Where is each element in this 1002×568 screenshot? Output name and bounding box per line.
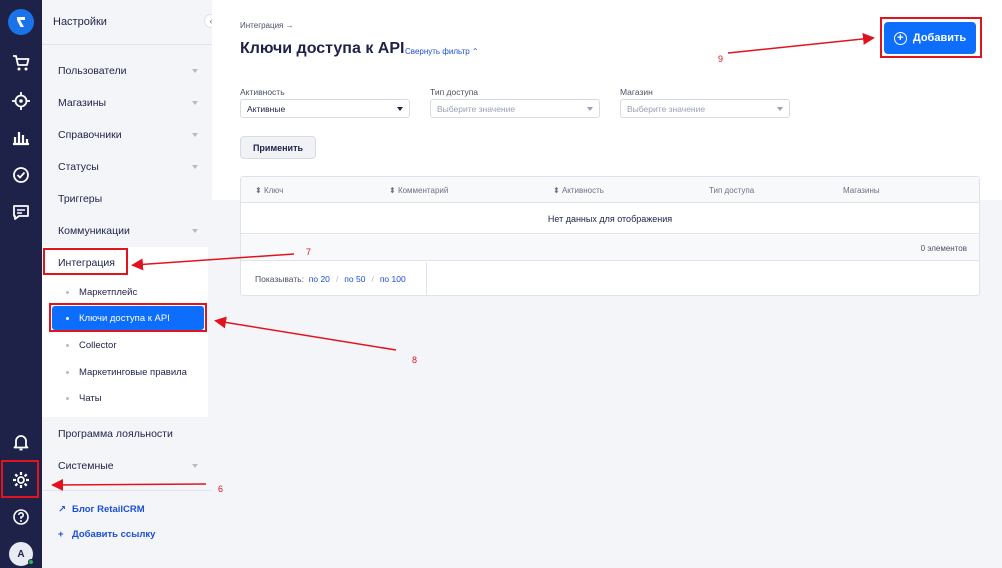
menu-divider <box>42 490 212 491</box>
chevron-down-icon <box>192 133 198 137</box>
annotation-box-add-button <box>880 17 982 58</box>
submenu-item-label: Чаты <box>79 392 102 404</box>
submenu-item-label: Маркетинговые правила <box>79 366 187 378</box>
help-icon[interactable] <box>0 499 42 535</box>
annotation-box-gear <box>1 460 39 498</box>
add-link-button[interactable]: + Добавить ссылку <box>58 529 155 540</box>
menu-item-users[interactable]: Пользователи <box>42 59 206 83</box>
apply-button[interactable]: Применить <box>240 136 316 159</box>
add-link-label: Добавить ссылку <box>72 529 156 540</box>
caret-down-icon <box>777 107 783 111</box>
chevron-down-icon <box>192 229 198 233</box>
analytics-icon[interactable] <box>0 119 42 155</box>
toggle-filter-link[interactable]: Свернуть фильтр ⌃ <box>405 47 479 56</box>
filter-shop-placeholder: Выберите значение <box>627 103 706 114</box>
menu-item-statuses[interactable]: Статусы <box>42 155 206 179</box>
chevron-down-icon <box>192 464 198 468</box>
filter-activity-label: Активность <box>240 87 285 97</box>
column-header-activity[interactable]: ⬍ Активность <box>553 186 604 195</box>
separator: / <box>371 274 374 284</box>
bell-icon[interactable] <box>0 424 42 460</box>
items-count: 0 элементов <box>920 244 967 253</box>
filter-access-type-placeholder: Выберите значение <box>437 103 516 114</box>
settings-menu-title: Настройки <box>53 16 107 28</box>
menu-item-label: Триггеры <box>58 193 103 205</box>
menu-item-label: Магазины <box>58 97 107 109</box>
blog-link-label: Блог RetailCRM <box>72 504 145 515</box>
chevron-down-icon <box>192 165 198 169</box>
external-link-icon: ↗ <box>58 504 66 515</box>
annotation-number-7: 7 <box>306 247 312 257</box>
page-size-label: Показывать: <box>255 274 305 284</box>
column-header-access-type: Тип доступа <box>709 186 755 195</box>
page-title: Ключи доступа к API <box>240 40 405 57</box>
submenu-item-label: Collector <box>79 339 117 351</box>
annotation-number-8: 8 <box>412 355 418 365</box>
column-header-key[interactable]: ⬍ Ключ <box>255 186 283 195</box>
breadcrumb[interactable]: Интеграция → <box>240 21 294 30</box>
filter-activity-select[interactable]: Активные <box>240 99 410 118</box>
submenu-item-collector[interactable]: Collector <box>52 333 204 357</box>
plus-icon: + <box>58 529 64 540</box>
main-content: Интеграция → Ключи доступа к API Свернут… <box>212 0 1002 568</box>
toggle-filter-label: Свернуть фильтр <box>405 47 470 56</box>
avatar[interactable]: A <box>9 542 34 566</box>
api-keys-table: ⬍ Ключ ⬍ Комментарий ⬍ Активность Тип до… <box>240 176 980 296</box>
caret-down-icon <box>397 107 403 111</box>
page-size-50[interactable]: по 50 <box>344 274 365 284</box>
page-size-20[interactable]: по 20 <box>309 274 330 284</box>
caret-down-icon <box>587 107 593 111</box>
column-header-label: Комментарий <box>397 186 449 195</box>
filter-shop-label: Магазин <box>620 87 653 97</box>
chevron-up-icon: ⌃ <box>471 47 479 56</box>
annotation-box-integration <box>43 248 128 275</box>
cart-icon[interactable] <box>0 45 42 81</box>
menu-item-references[interactable]: Справочники <box>42 123 206 147</box>
menu-divider <box>42 44 212 45</box>
menu-item-label: Справочники <box>58 129 122 141</box>
column-header-shops: Магазины <box>843 186 880 195</box>
column-header-label: Активность <box>561 186 604 195</box>
column-header-label: Ключ <box>263 186 284 195</box>
menu-item-label: Коммуникации <box>58 225 130 237</box>
annotation-number-9: 9 <box>718 54 724 64</box>
filter-activity-value: Активные <box>247 103 286 114</box>
table-header: ⬍ Ключ ⬍ Комментарий ⬍ Активность Тип до… <box>241 177 979 203</box>
chevron-down-icon <box>192 69 198 73</box>
table-count-row: 0 элементов <box>241 235 979 261</box>
blog-link[interactable]: ↗ Блог RetailCRM <box>58 504 145 515</box>
menu-item-communications[interactable]: Коммуникации <box>42 219 206 243</box>
online-status-dot <box>28 559 34 565</box>
logo-icon[interactable] <box>8 9 34 35</box>
menu-item-triggers[interactable]: Триггеры <box>42 187 206 211</box>
tasks-icon[interactable] <box>0 157 42 193</box>
menu-item-label: Пользователи <box>58 65 127 77</box>
column-header-comment[interactable]: ⬍ Комментарий <box>389 186 448 195</box>
submenu-item-label: Маркетплейс <box>79 286 138 298</box>
avatar-initial: A <box>17 548 25 560</box>
submenu-item-marketing-rules[interactable]: Маркетинговые правила <box>52 360 204 384</box>
menu-item-label: Программа лояльности <box>58 428 173 440</box>
submenu-item-chats[interactable]: Чаты <box>52 386 204 410</box>
filter-access-type-label: Тип доступа <box>430 87 479 97</box>
annotation-box-api-keys <box>49 303 207 332</box>
empty-state-row: Нет данных для отображения <box>241 204 979 234</box>
submenu-item-marketplace[interactable]: Маркетплейс <box>52 280 204 304</box>
target-icon[interactable] <box>0 83 42 119</box>
menu-item-label: Системные <box>58 460 114 472</box>
chevron-down-icon <box>192 101 198 105</box>
menu-item-system[interactable]: Системные <box>42 454 206 478</box>
filter-access-type-select[interactable]: Выберите значение <box>430 99 600 118</box>
annotation-number-6: 6 <box>218 484 224 494</box>
page-size-100[interactable]: по 100 <box>380 274 406 284</box>
page-size-selector: Показывать: по 20 / по 50 / по 100 <box>241 262 427 296</box>
filter-shop-select[interactable]: Выберите значение <box>620 99 790 118</box>
menu-item-label: Статусы <box>58 161 99 173</box>
separator: / <box>335 274 339 284</box>
menu-item-shops[interactable]: Магазины <box>42 91 206 115</box>
menu-item-loyalty[interactable]: Программа лояльности <box>42 422 206 446</box>
settings-menu: Настройки Пользователи Магазины Справочн… <box>42 0 212 568</box>
chat-icon[interactable] <box>0 194 42 230</box>
